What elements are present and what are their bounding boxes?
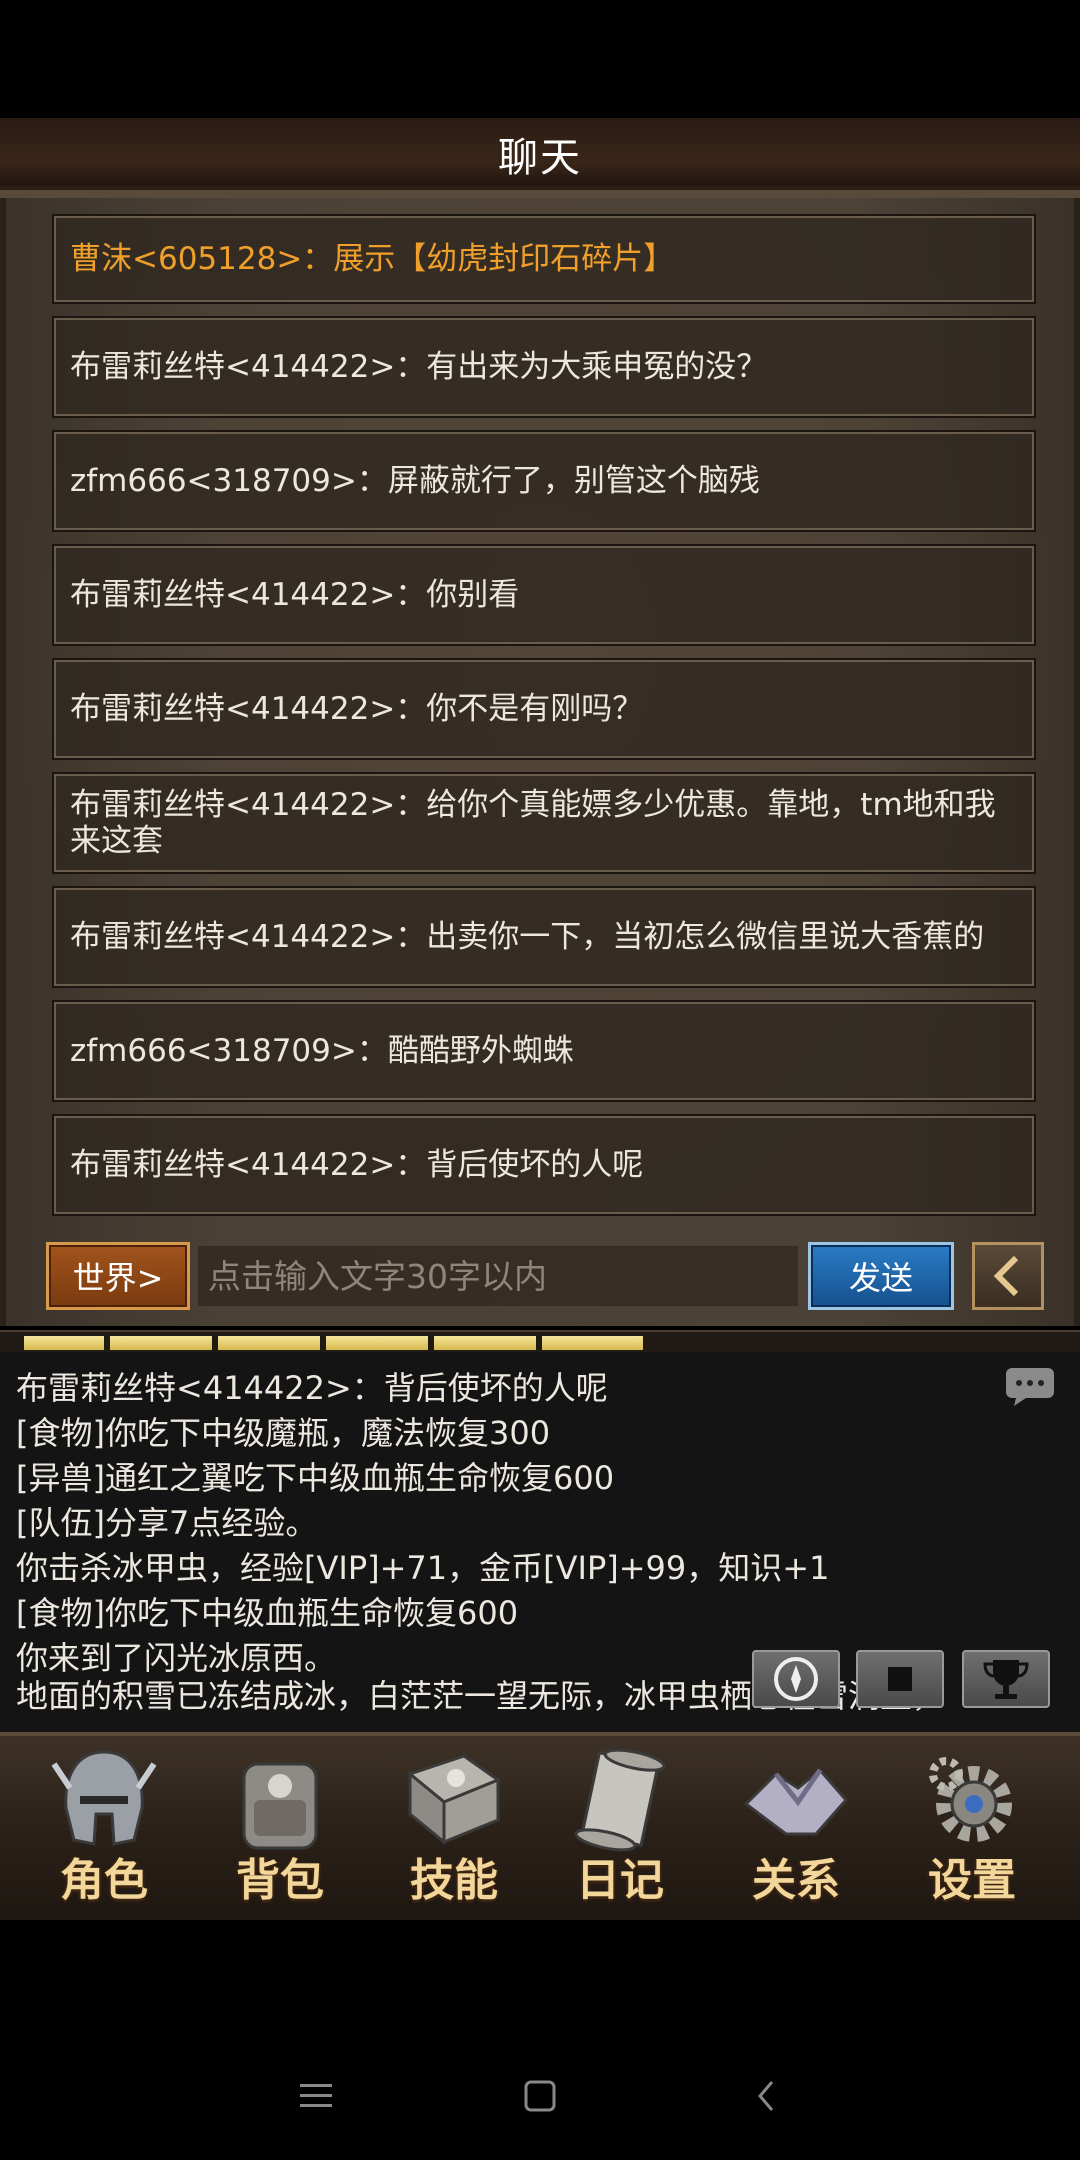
xp-segment-divider bbox=[104, 1334, 110, 1352]
compass-icon bbox=[774, 1657, 818, 1701]
nav-character[interactable]: 角色 bbox=[24, 1744, 184, 1914]
xp-segment-divider bbox=[428, 1334, 434, 1352]
bottom-nav: 角色 背包 技能 日记 关系 设置 bbox=[0, 1732, 1080, 1920]
log-line: 布雷莉丝特<414422>：背后使坏的人呢 bbox=[16, 1369, 608, 1407]
log-line: 你击杀冰甲虫，经验[VIP]+71，金币[VIP]+99，知识+1 bbox=[16, 1549, 830, 1587]
xp-segment-divider bbox=[968, 1334, 974, 1352]
scroll-icon bbox=[574, 1748, 666, 1852]
trophy-icon bbox=[983, 1660, 1029, 1699]
back-button[interactable] bbox=[736, 2070, 796, 2122]
nav-label: 角色 bbox=[60, 1855, 148, 1906]
chat-message[interactable]: 布雷莉丝特<414422>：你别看 bbox=[52, 544, 1036, 646]
chat-message-text: 布雷莉丝特<414422>：出卖你一下，当初怎么微信里说大香蕉的 bbox=[70, 919, 985, 955]
home-icon bbox=[524, 2080, 556, 2112]
xp-segment-divider bbox=[752, 1334, 758, 1352]
chat-message-text: 布雷莉丝特<414422>：背后使坏的人呢 bbox=[70, 1147, 644, 1183]
channel-select-button[interactable]: 世界> bbox=[46, 1242, 190, 1310]
chat-message[interactable]: 布雷莉丝特<414422>：背后使坏的人呢 bbox=[52, 1114, 1036, 1216]
nav-label: 设置 bbox=[928, 1855, 1016, 1906]
title-bar: 聊天 bbox=[0, 118, 1080, 198]
stop-button[interactable] bbox=[856, 1650, 944, 1708]
chat-message-text: 布雷莉丝特<414422>：有出来为大乘申冤的没？ bbox=[70, 349, 768, 385]
nav-skills[interactable]: 技能 bbox=[374, 1744, 534, 1914]
send-label: 发送 bbox=[848, 1259, 913, 1297]
nav-label: 技能 bbox=[410, 1855, 498, 1906]
chat-message-text: 布雷莉丝特<414422>：给你个真能嫖多少优惠。靠地，tm地和我来这套 bbox=[70, 787, 996, 859]
experience-bar bbox=[0, 1330, 1080, 1354]
chat-message[interactable]: 布雷莉丝特<414422>：给你个真能嫖多少优惠。靠地，tm地和我来这套 bbox=[52, 772, 1036, 874]
menu-icon bbox=[300, 2084, 332, 2107]
log-line: [异兽]通红之翼吃下中级血瓶生命恢复600 bbox=[16, 1459, 615, 1497]
chat-input-row: 世界> 发送 bbox=[0, 1238, 1080, 1318]
nav-diary[interactable]: 日记 bbox=[540, 1744, 700, 1914]
collapse-button[interactable] bbox=[972, 1242, 1044, 1310]
log-line: [食物]你吃下中级魔瓶，魔法恢复300 bbox=[16, 1414, 551, 1452]
log-line: [食物]你吃下中级血瓶生命恢复600 bbox=[16, 1594, 519, 1632]
nav-label: 关系 bbox=[752, 1855, 840, 1906]
chevron-left-icon bbox=[993, 1255, 1019, 1297]
nav-label: 日记 bbox=[576, 1855, 664, 1906]
chat-input[interactable] bbox=[198, 1246, 798, 1306]
stop-icon bbox=[888, 1667, 912, 1691]
chat-message[interactable]: zfm666<318709>：酷酷野外蜘蛛 bbox=[52, 1000, 1036, 1102]
spellbook-icon bbox=[406, 1754, 502, 1846]
log-line: [队伍]分享7点经验。 bbox=[16, 1504, 318, 1542]
chat-message-text: zfm666<318709>：屏蔽就行了，别管这个脑残 bbox=[70, 463, 760, 499]
xp-segment-divider bbox=[212, 1334, 218, 1352]
xp-segment-divider bbox=[320, 1334, 326, 1352]
chat-bubble-icon[interactable] bbox=[1004, 1366, 1056, 1408]
xp-segment-divider bbox=[644, 1334, 650, 1352]
system-nav-bar bbox=[0, 2040, 1080, 2150]
chat-message-text: 布雷莉丝特<414422>：你不是有刚吗？ bbox=[70, 691, 644, 727]
chat-message[interactable]: 布雷莉丝特<414422>：出卖你一下，当初怎么微信里说大香蕉的 bbox=[52, 886, 1036, 988]
nav-relations[interactable]: 关系 bbox=[716, 1744, 876, 1914]
home-button[interactable] bbox=[510, 2070, 570, 2122]
chat-message-text: 布雷莉丝特<414422>：你别看 bbox=[70, 577, 520, 613]
chat-panel: 曹沫<605128>：展示【幼虎封印石碎片】 布雷莉丝特<414422>：有出来… bbox=[0, 198, 1080, 1326]
channel-label: 世界> bbox=[72, 1259, 164, 1297]
chat-message[interactable]: 布雷莉丝特<414422>：你不是有刚吗？ bbox=[52, 658, 1036, 760]
backpack-icon bbox=[242, 1762, 318, 1850]
xp-segment-divider bbox=[536, 1334, 542, 1352]
chat-message[interactable]: 布雷莉丝特<414422>：有出来为大乘申冤的没？ bbox=[52, 316, 1036, 418]
nav-settings[interactable]: 设置 bbox=[892, 1744, 1052, 1914]
chat-message-text: zfm666<318709>：酷酷野外蜘蛛 bbox=[70, 1033, 574, 1069]
gear-icon bbox=[929, 1757, 1012, 1842]
page-title: 聊天 bbox=[498, 135, 582, 181]
send-button[interactable]: 发送 bbox=[808, 1242, 954, 1310]
nav-label: 背包 bbox=[236, 1855, 324, 1906]
chat-message[interactable]: zfm666<318709>：屏蔽就行了，别管这个脑残 bbox=[52, 430, 1036, 532]
map-button[interactable] bbox=[752, 1650, 840, 1708]
achievements-button[interactable] bbox=[962, 1650, 1050, 1708]
experience-bar-fill bbox=[24, 1336, 643, 1350]
handshake-icon bbox=[743, 1767, 848, 1836]
chat-message-text: 曹沫<605128>：展示【幼虎封印石碎片】 bbox=[70, 241, 675, 277]
back-icon bbox=[758, 2081, 774, 2111]
chat-message[interactable]: 曹沫<605128>：展示【幼虎封印石碎片】 bbox=[52, 214, 1036, 304]
nav-backpack[interactable]: 背包 bbox=[200, 1744, 360, 1914]
helmet-icon bbox=[51, 1750, 157, 1846]
menu-button[interactable] bbox=[286, 2070, 346, 2122]
xp-segment-divider bbox=[860, 1334, 866, 1352]
